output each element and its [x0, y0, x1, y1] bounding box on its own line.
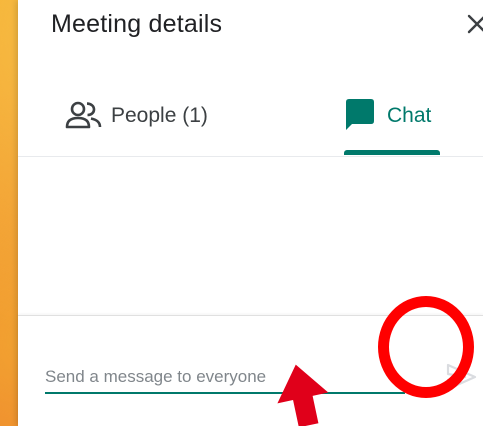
- message-input[interactable]: [45, 362, 405, 394]
- tab-people-label: People (1): [111, 104, 208, 127]
- chat-messages-area: [18, 157, 483, 315]
- annotation-circle: [378, 296, 474, 398]
- panel-title: Meeting details: [51, 10, 223, 38]
- tab-chat-label: Chat: [387, 104, 432, 127]
- close-icon: [467, 14, 483, 34]
- close-button[interactable]: [462, 9, 483, 39]
- people-icon: [65, 100, 103, 135]
- annotation-arrow: [277, 364, 329, 426]
- tab-people[interactable]: People (1): [48, 78, 238, 156]
- tab-chat[interactable]: Chat: [336, 78, 476, 156]
- active-tab-indicator: [344, 150, 440, 155]
- tab-bar: People (1) Chat: [18, 78, 483, 157]
- chat-bubble-icon: [343, 98, 377, 137]
